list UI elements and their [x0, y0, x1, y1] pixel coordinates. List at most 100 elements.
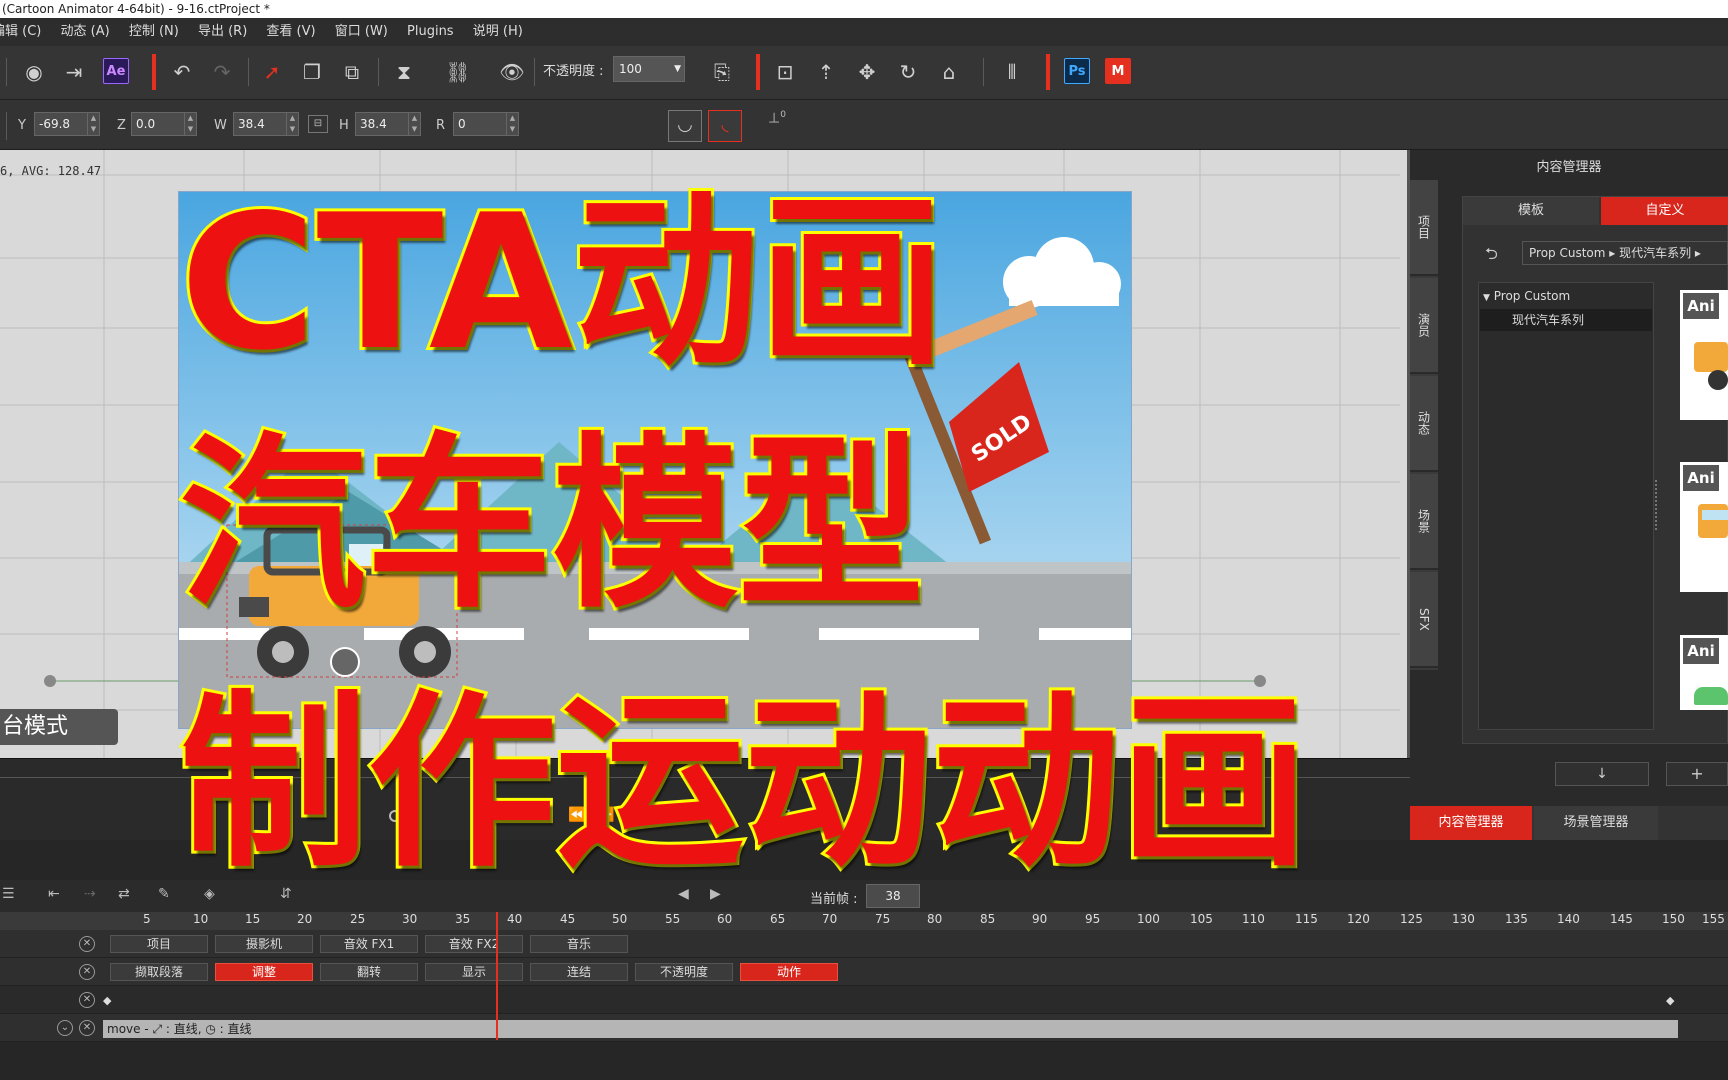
h-field[interactable]: 38.4 ▲ ▼: [355, 112, 421, 136]
tab-template[interactable]: 模板: [1463, 197, 1599, 225]
replace-icon[interactable]: ⧉: [338, 58, 366, 86]
stage-mode-button[interactable]: 台模式: [0, 709, 118, 745]
tree-item-modern-cars[interactable]: 现代汽车系列: [1480, 309, 1652, 331]
keyframe-start[interactable]: ◆: [103, 994, 111, 1007]
collapse-tracks-icon[interactable]: ⇤: [48, 886, 60, 902]
pivot-icon[interactable]: ⊥0: [768, 110, 790, 138]
vtab-motion[interactable]: 动态: [1410, 376, 1438, 472]
menu-window[interactable]: 窗口 (W): [335, 18, 388, 46]
fps-stats: 6, AVG: 128.47: [0, 164, 102, 178]
move-up-icon[interactable]: ⇡: [812, 58, 840, 86]
tree-item-root[interactable]: ▼ Prop Custom: [1483, 289, 1570, 303]
y-field[interactable]: -69.8 ▲ ▼: [34, 112, 100, 136]
m-plugin-icon[interactable]: M: [1105, 58, 1131, 84]
camera-icon[interactable]: ⊡: [771, 58, 799, 86]
ruler-tick: 5: [143, 912, 151, 926]
insert-icon[interactable]: ⇢: [84, 886, 96, 902]
chip-music[interactable]: 音乐: [530, 935, 628, 953]
undo-icon[interactable]: ↶: [168, 58, 196, 86]
photoshop-icon[interactable]: Ps: [1064, 58, 1090, 84]
thumb-item-green-car[interactable]: Ani: [1680, 635, 1728, 710]
menu-view[interactable]: 查看 (V): [266, 18, 315, 46]
flip-icon[interactable]: ⧗: [390, 58, 418, 86]
close-track-icon[interactable]: ✕: [79, 964, 95, 980]
back-icon[interactable]: ⮌: [1485, 243, 1498, 270]
motion-clip-bar[interactable]: move - ⤢ : 直线, ◷ : 直线: [103, 1020, 1678, 1038]
chip-opacity[interactable]: 不透明度: [635, 963, 733, 981]
chevron-down-icon[interactable]: ▼: [674, 57, 681, 81]
ruler-tick: 25: [350, 912, 366, 926]
select-arrow-icon[interactable]: ➚: [258, 58, 286, 86]
menu-edit[interactable]: 编辑 (C): [0, 18, 41, 46]
h-stepper[interactable]: ▲ ▼: [408, 113, 420, 135]
w-field[interactable]: 38.4 ▲ ▼: [233, 112, 299, 136]
ruler-tick: 100: [1137, 912, 1160, 926]
tab-custom[interactable]: 自定义: [1601, 197, 1728, 225]
lock-ratio-icon[interactable]: ⊟: [308, 115, 328, 133]
ruler-tick: 15: [245, 912, 261, 926]
close-track-icon[interactable]: ✕: [79, 1020, 95, 1036]
tab-content-manager[interactable]: 内容管理器: [1410, 806, 1532, 840]
chip-project[interactable]: 项目: [110, 935, 208, 953]
menu-help[interactable]: 说明 (H): [473, 18, 523, 46]
path-start-handle[interactable]: [44, 675, 56, 687]
ease-out-icon[interactable]: ◟: [708, 110, 742, 142]
chip-sfx1[interactable]: 音效 FX1: [320, 935, 418, 953]
close-track-icon[interactable]: ✕: [79, 936, 95, 952]
track-list-icon[interactable]: ☰: [2, 886, 15, 902]
z-field[interactable]: 0.0 ▲ ▼: [131, 112, 197, 136]
redo-icon[interactable]: ↷: [208, 58, 236, 86]
chip-sfx2[interactable]: 音效 FX2: [425, 935, 523, 953]
ruler-tick: 90: [1032, 912, 1048, 926]
vtab-scene[interactable]: 场景: [1410, 474, 1438, 570]
r-stepper[interactable]: ▲ ▼: [506, 113, 518, 135]
export-icon[interactable]: ⇥: [60, 58, 88, 86]
attach-icon[interactable]: ⎘: [708, 58, 736, 86]
audio-icon[interactable]: ⦀: [998, 58, 1026, 86]
chip-motion[interactable]: 动作: [740, 963, 838, 981]
thumb-item-jeep[interactable]: Ani: [1680, 290, 1728, 420]
vtab-project[interactable]: 项目: [1410, 180, 1438, 276]
rotate-icon[interactable]: ↻: [894, 58, 922, 86]
keyframe-end[interactable]: ◆: [1666, 994, 1674, 1007]
add-button[interactable]: +: [1666, 762, 1728, 786]
w-stepper[interactable]: ▲ ▼: [286, 113, 298, 135]
z-stepper[interactable]: ▲ ▼: [184, 113, 196, 135]
expand-track-icon[interactable]: ⌄: [57, 1020, 73, 1036]
menu-export[interactable]: 导出 (R): [198, 18, 247, 46]
swap-icon[interactable]: ⇄: [118, 886, 130, 902]
menu-control[interactable]: 控制 (N): [129, 18, 179, 46]
r-field[interactable]: 0 ▲ ▼: [453, 112, 519, 136]
home-icon[interactable]: ⌂: [935, 58, 963, 86]
link-icon[interactable]: ⛓: [444, 58, 472, 86]
close-track-icon[interactable]: ✕: [79, 992, 95, 1008]
y-stepper[interactable]: ▲ ▼: [87, 113, 99, 135]
visibility-eye-icon[interactable]: 👁: [498, 58, 526, 86]
chip-clip[interactable]: 撷取段落: [110, 963, 208, 981]
ease-in-icon[interactable]: ◡: [668, 110, 702, 142]
chip-visible[interactable]: 显示: [425, 963, 523, 981]
panel-splitter[interactable]: [1655, 480, 1659, 530]
playhead[interactable]: [496, 912, 498, 1040]
opacity-input[interactable]: 100 ▼: [613, 56, 685, 82]
vtab-actor[interactable]: 演员: [1410, 278, 1438, 374]
chip-flip[interactable]: 翻转: [320, 963, 418, 981]
ruler-tick: 155: [1702, 912, 1725, 926]
stage-view-icon[interactable]: ◉: [20, 58, 48, 86]
library-path-breadcrumb[interactable]: Prop Custom ▸ 现代汽车系列 ▸: [1522, 241, 1728, 265]
after-effects-icon[interactable]: Ae: [103, 58, 129, 84]
chip-camera[interactable]: 摄影机: [215, 935, 313, 953]
move-gizmo-icon[interactable]: [330, 647, 360, 677]
duplicate-icon[interactable]: ❐: [298, 58, 326, 86]
download-button[interactable]: ↓: [1555, 762, 1649, 786]
tab-scene-manager[interactable]: 场景管理器: [1534, 806, 1658, 840]
menu-plugins[interactable]: Plugins: [407, 18, 454, 46]
thumb-item-bus[interactable]: Ani: [1680, 462, 1728, 592]
frame-ruler[interactable]: 5 10 15 20 25 30 35 40 45 50 55 60 65 70…: [0, 912, 1728, 932]
vtab-sfx[interactable]: SFX: [1410, 572, 1438, 668]
chip-transform[interactable]: 调整: [215, 963, 313, 981]
menu-animation[interactable]: 动态 (A): [61, 18, 110, 46]
chip-link[interactable]: 连结: [530, 963, 628, 981]
edit-key-icon[interactable]: ✎: [158, 886, 170, 902]
move-icon[interactable]: ✥: [853, 58, 881, 86]
